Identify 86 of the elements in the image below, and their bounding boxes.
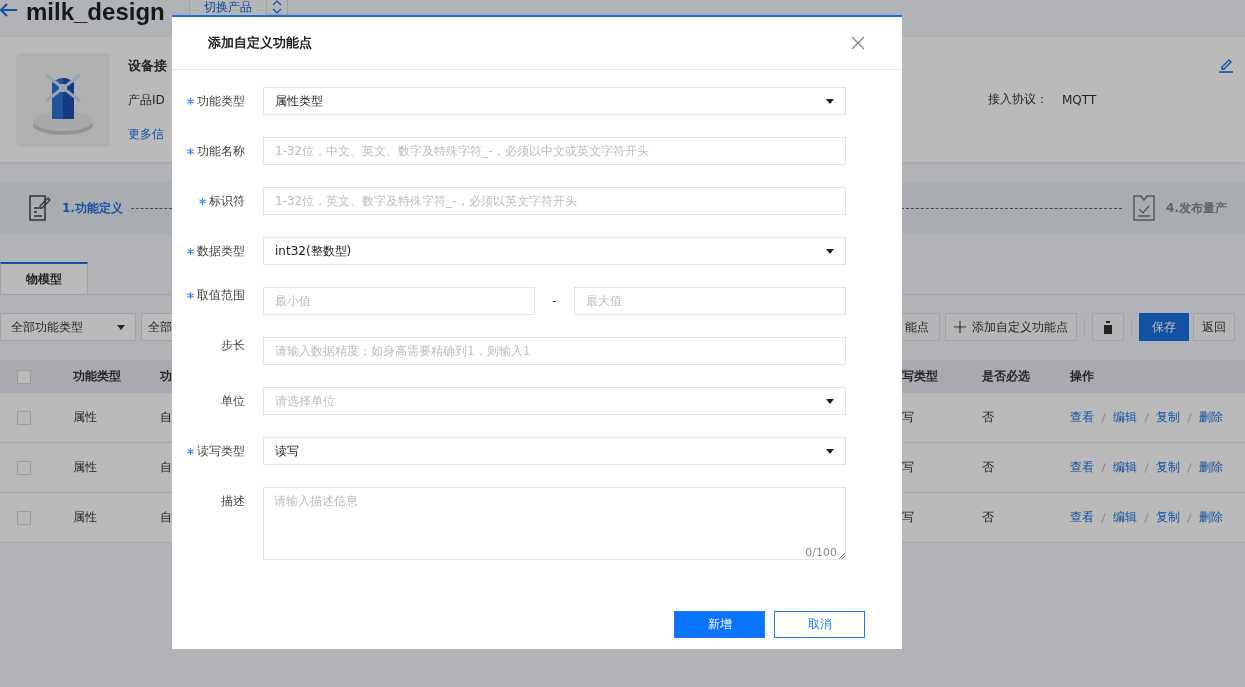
table-cell: 自 — [160, 509, 172, 526]
action-link[interactable]: 编辑 — [1113, 459, 1137, 476]
product-toggle-button[interactable] — [265, 0, 288, 15]
input-field[interactable]: 请输入数据精度；如身高需要精确到1，则输入1 — [263, 337, 846, 365]
column-header: 功能类型 — [73, 368, 122, 385]
table-cell-text: 属性 — [73, 409, 98, 426]
action-link[interactable]: 删除 — [1199, 509, 1223, 526]
column-header: 是否必选 — [982, 368, 1031, 385]
protocol-value: MQTT — [1062, 92, 1097, 107]
action-link[interactable]: 查看 — [1070, 409, 1094, 426]
range-separator: - — [551, 294, 558, 308]
confirm-button[interactable]: 新增 — [674, 611, 765, 638]
step-label[interactable]: 4.发布量产 — [1166, 199, 1227, 217]
plus-icon — [954, 321, 966, 333]
device-name: 设备接 — [128, 56, 167, 75]
action-link[interactable]: 复制 — [1156, 459, 1180, 476]
table-cell: 自 — [160, 459, 172, 476]
cancel-button[interactable]: 取消 — [774, 611, 865, 638]
action-link[interactable]: 删除 — [1199, 409, 1223, 426]
column-header: 功 — [160, 368, 172, 385]
step-label[interactable]: 1.功能定义 — [62, 199, 123, 217]
protocol-label: 接入协议： — [988, 91, 1048, 108]
table-cell-text: 否 — [982, 509, 995, 526]
add-custom-button[interactable]: 添加自定义功能点 — [945, 313, 1077, 341]
filter-select[interactable]: 全部 — [141, 313, 172, 341]
input-field[interactable]: 1-32位，中文、英文、数字及特殊字符_-，必须以中文或英文字符开头 — [263, 137, 846, 165]
action-link[interactable]: 编辑 — [1113, 509, 1137, 526]
edit-icon[interactable] — [1218, 57, 1234, 73]
table-cell-text: 否 — [982, 459, 995, 476]
select-field[interactable]: int32(整数型) — [263, 237, 846, 265]
field-label: 标识符 — [209, 192, 245, 210]
trash-icon — [1102, 320, 1114, 334]
input-field[interactable]: 1-32位，英文、数字及特殊字符_-，必须以英文字符开头 — [263, 187, 846, 215]
tab[interactable]: 物模型 — [0, 262, 88, 294]
min-input-field[interactable]: 最小值 — [263, 287, 535, 315]
field-label: 取值范围 — [197, 287, 245, 304]
caret-icon — [117, 324, 125, 330]
back-arrow-icon[interactable] — [0, 3, 18, 17]
checkbox[interactable] — [17, 460, 31, 475]
column-header: 写类型 — [901, 368, 939, 385]
action-link[interactable]: 复制 — [1156, 509, 1180, 526]
table-cell-text: 属性 — [73, 509, 98, 526]
action-link[interactable]: 删除 — [1199, 459, 1223, 476]
more-info-link[interactable]: 更多信 — [128, 125, 167, 143]
action-link[interactable]: 查看 — [1070, 509, 1094, 526]
toolbar-button[interactable]: 能点 — [901, 313, 940, 341]
caret-icon — [826, 398, 834, 404]
action-link[interactable]: 查看 — [1070, 459, 1094, 476]
max-input-field[interactable]: 最大值 — [574, 287, 846, 315]
caret-icon — [826, 248, 834, 254]
table-cell-text: 写 — [901, 509, 915, 526]
table-cell: 自 — [160, 409, 172, 426]
resize-handle-icon[interactable] — [839, 553, 845, 559]
field-label: 单位 — [221, 392, 245, 410]
field-label: 读写类型 — [197, 442, 245, 460]
field-label: 数据类型 — [197, 242, 245, 260]
back-button[interactable]: 返回 — [1193, 313, 1235, 341]
column-header: 操作 — [1070, 368, 1094, 385]
char-counter: 0/100 — [805, 546, 837, 559]
save-button[interactable]: 保存 — [1139, 313, 1189, 341]
field-label: 描述 — [221, 493, 245, 510]
dialog-title: 添加自定义功能点 — [208, 34, 312, 52]
chevron-up-down-icon — [271, 0, 282, 14]
table-cell-text: 属性 — [73, 459, 98, 476]
checkbox[interactable] — [17, 510, 31, 525]
select-field[interactable]: 读写 — [263, 437, 846, 465]
field-label: 步长 — [221, 337, 245, 354]
caret-icon — [826, 98, 834, 104]
product-id-label: 产品ID — [128, 91, 166, 109]
type-filter-select[interactable]: 全部功能类型 — [0, 313, 136, 341]
product-title: milk_design — [26, 0, 165, 24]
table-cell-text: 否 — [982, 409, 995, 426]
select-field[interactable]: 属性类型 — [263, 87, 846, 115]
checkbox[interactable] — [17, 369, 31, 384]
close-icon[interactable] — [851, 36, 865, 50]
table-cell-text: 写 — [901, 459, 915, 476]
action-link[interactable]: 复制 — [1156, 409, 1180, 426]
field-label: 功能名称 — [197, 142, 245, 160]
delete-button[interactable] — [1092, 313, 1124, 341]
checklist-icon — [1132, 194, 1157, 222]
document-edit-icon — [28, 194, 52, 222]
table-cell-text: 写 — [901, 409, 915, 426]
action-link[interactable]: 编辑 — [1113, 409, 1137, 426]
checkbox[interactable] — [17, 410, 31, 425]
caret-icon — [826, 448, 834, 454]
field-label: 功能类型 — [197, 92, 245, 110]
